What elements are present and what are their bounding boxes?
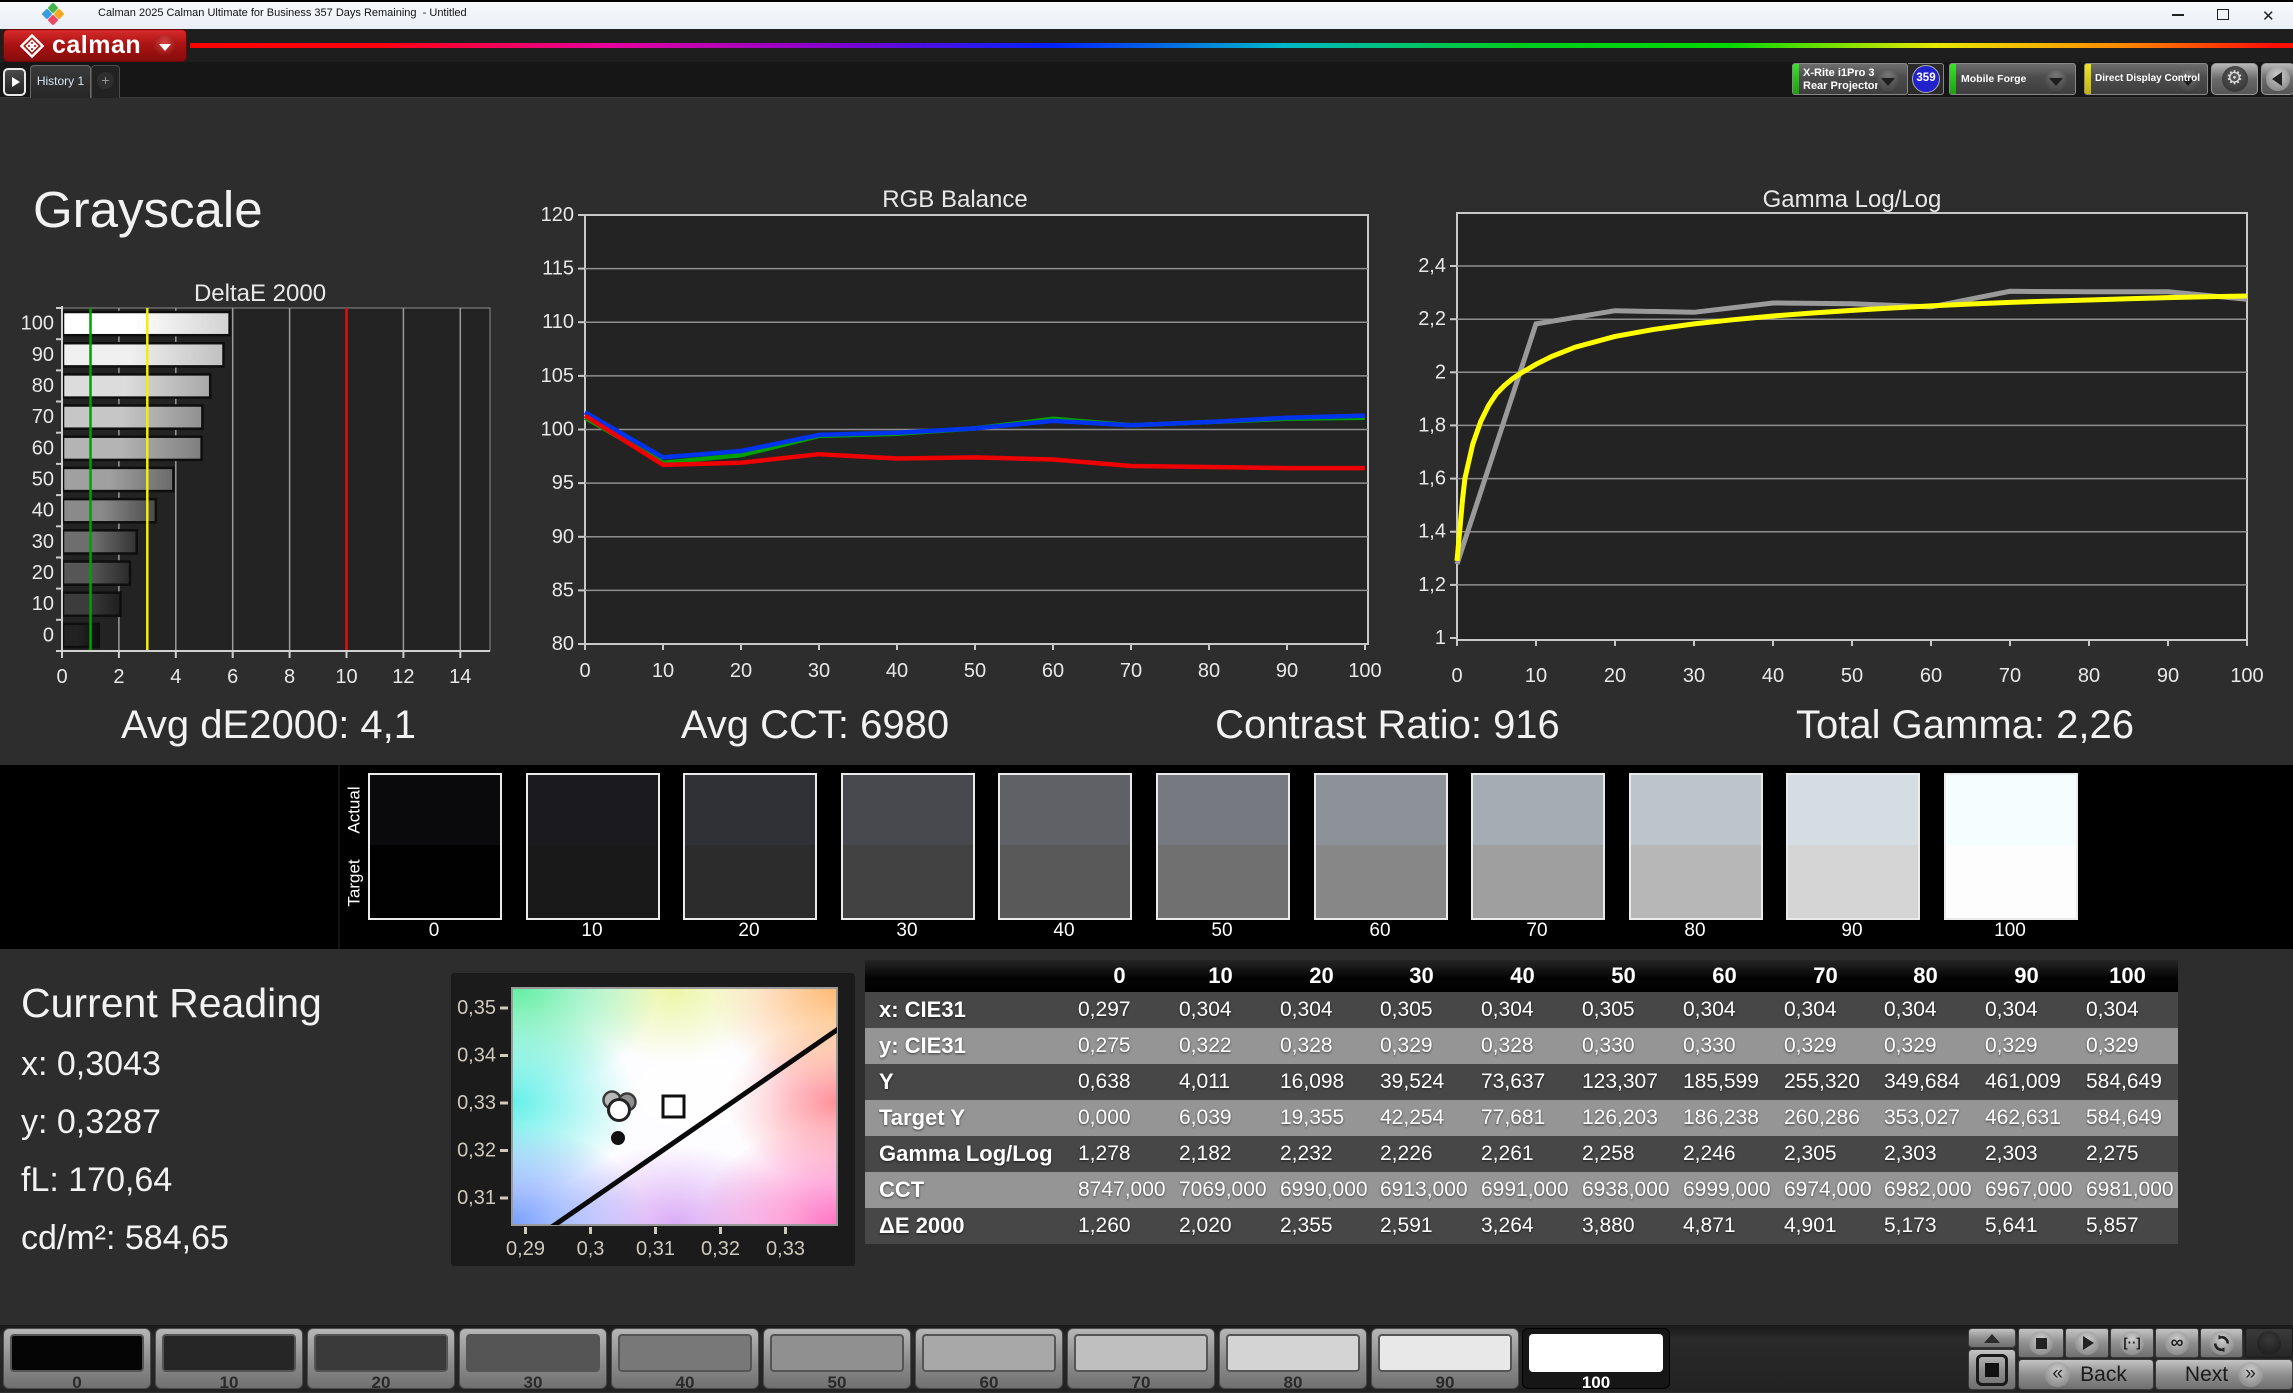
svg-text:10: 10 [32,593,54,615]
svg-text:90: 90 [1276,660,1298,682]
svg-text:40: 40 [886,660,908,682]
svg-text:50: 50 [964,660,986,682]
svg-text:100: 100 [1348,660,1381,682]
svg-text:90: 90 [552,526,574,548]
svg-text:40: 40 [32,500,54,522]
svg-text:0,31: 0,31 [636,1238,675,1260]
svg-text:12: 12 [392,666,414,688]
svg-text:0: 0 [579,660,590,682]
svg-text:10: 10 [652,660,674,682]
svg-text:30: 30 [808,660,830,682]
svg-text:10: 10 [335,666,357,688]
svg-text:0: 0 [1451,665,1462,687]
svg-text:50: 50 [1841,665,1863,687]
svg-text:85: 85 [552,579,574,601]
svg-text:6: 6 [227,666,238,688]
svg-text:0: 0 [43,624,54,646]
svg-text:40: 40 [1762,665,1784,687]
svg-text:80: 80 [552,633,574,655]
svg-text:60: 60 [1042,660,1064,682]
svg-text:1: 1 [1435,627,1446,649]
svg-text:90: 90 [32,344,54,366]
svg-text:100: 100 [541,419,574,441]
svg-text:20: 20 [1604,665,1626,687]
svg-text:20: 20 [730,660,752,682]
svg-text:70: 70 [32,406,54,428]
svg-text:0,3: 0,3 [577,1238,605,1260]
svg-text:0,32: 0,32 [457,1140,496,1162]
svg-text:115: 115 [542,258,574,280]
svg-text:0,31: 0,31 [457,1187,496,1209]
svg-text:4: 4 [170,666,181,688]
svg-text:1,6: 1,6 [1418,468,1446,490]
svg-text:120: 120 [541,204,574,226]
svg-text:2: 2 [113,666,124,688]
svg-text:Gamma Log/Log: Gamma Log/Log [1763,186,1942,213]
svg-text:0,35: 0,35 [457,997,496,1019]
svg-text:RGB Balance: RGB Balance [882,186,1027,213]
svg-text:DeltaE 2000: DeltaE 2000 [194,280,326,307]
svg-text:1,4: 1,4 [1418,521,1446,543]
svg-text:2,4: 2,4 [1418,255,1446,277]
svg-text:50: 50 [32,469,54,491]
svg-text:105: 105 [541,365,574,387]
svg-text:1,8: 1,8 [1418,414,1446,436]
svg-text:60: 60 [1920,665,1942,687]
svg-text:70: 70 [1120,660,1142,682]
svg-text:95: 95 [552,472,574,494]
svg-text:70: 70 [1999,665,2021,687]
svg-text:90: 90 [2157,665,2179,687]
svg-text:2,2: 2,2 [1418,308,1446,330]
svg-text:20: 20 [32,562,54,584]
svg-text:100: 100 [21,313,54,335]
svg-text:0,32: 0,32 [701,1238,740,1260]
svg-text:30: 30 [1683,665,1705,687]
svg-text:2: 2 [1435,361,1446,383]
svg-text:30: 30 [32,531,54,553]
svg-text:0,33: 0,33 [766,1238,805,1260]
svg-text:0,29: 0,29 [506,1238,545,1260]
svg-text:0,33: 0,33 [457,1092,496,1114]
svg-text:80: 80 [2078,665,2100,687]
svg-text:0: 0 [56,666,67,688]
svg-text:80: 80 [32,375,54,397]
svg-text:0,34: 0,34 [457,1045,496,1067]
svg-text:80: 80 [1198,660,1220,682]
svg-text:14: 14 [449,666,471,688]
svg-text:110: 110 [542,311,574,333]
svg-text:60: 60 [32,437,54,459]
svg-text:10: 10 [1525,665,1547,687]
svg-text:1,2: 1,2 [1418,574,1446,596]
svg-text:100: 100 [2230,665,2263,687]
svg-text:8: 8 [284,666,295,688]
